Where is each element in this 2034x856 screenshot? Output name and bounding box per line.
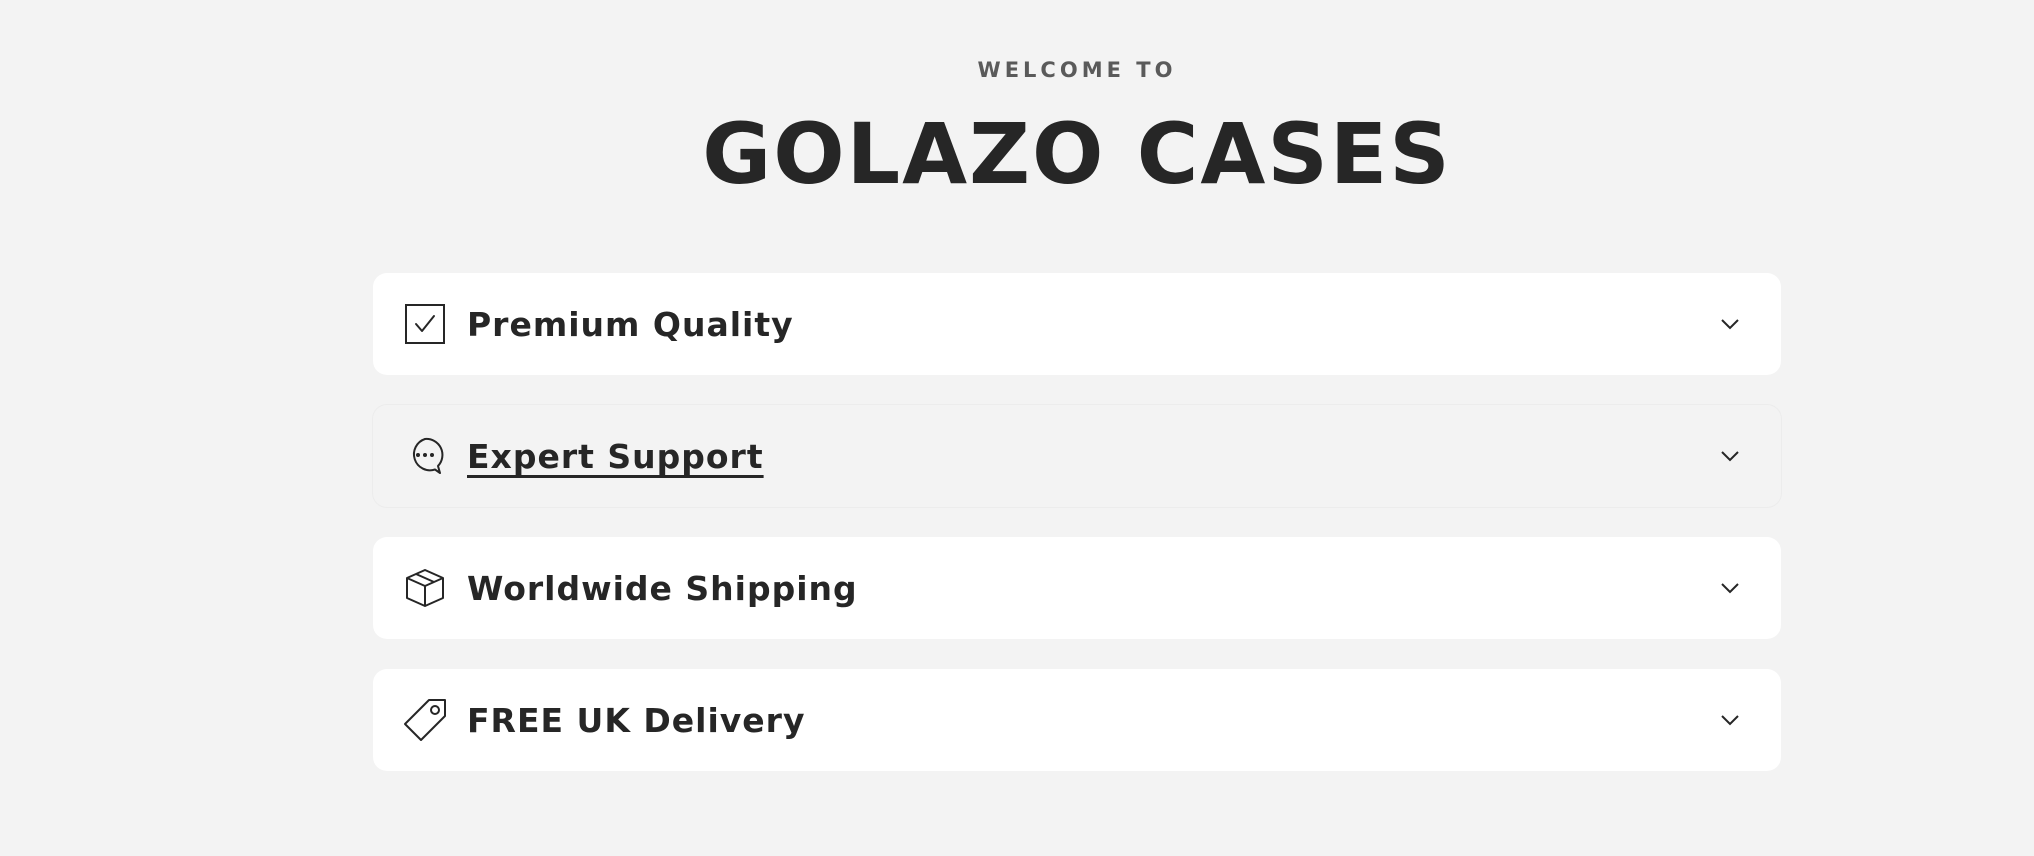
chevron-down-icon [1719, 446, 1741, 466]
price-tag-icon [403, 698, 447, 742]
welcome-eyebrow: WELCOME TO [977, 58, 1177, 82]
accordion-item-label: Premium Quality [467, 304, 794, 344]
accordion-item-expert-support[interactable]: Expert Support [373, 405, 1781, 507]
accordion-item-premium-quality[interactable]: Premium Quality [373, 273, 1781, 375]
accordion-item-label: Expert Support [467, 436, 764, 476]
accordion-item-free-uk-delivery[interactable]: FREE UK Delivery [373, 669, 1781, 771]
store-title: GOLAZO CASES [702, 105, 1452, 203]
accordion-item-worldwide-shipping[interactable]: Worldwide Shipping [373, 537, 1781, 639]
chevron-down-icon [1719, 314, 1741, 334]
package-box-icon [403, 566, 447, 610]
checkbox-check-icon [403, 302, 447, 346]
chevron-down-icon [1719, 710, 1741, 730]
chat-bubble-icon [403, 434, 447, 478]
features-accordion: Premium Quality Expert Support Worldwide… [373, 273, 1781, 801]
accordion-item-label: Worldwide Shipping [467, 568, 858, 608]
chevron-down-icon [1719, 578, 1741, 598]
accordion-item-label: FREE UK Delivery [467, 700, 806, 740]
page: WELCOME TO GOLAZO CASES Premium Quality [0, 0, 2034, 856]
